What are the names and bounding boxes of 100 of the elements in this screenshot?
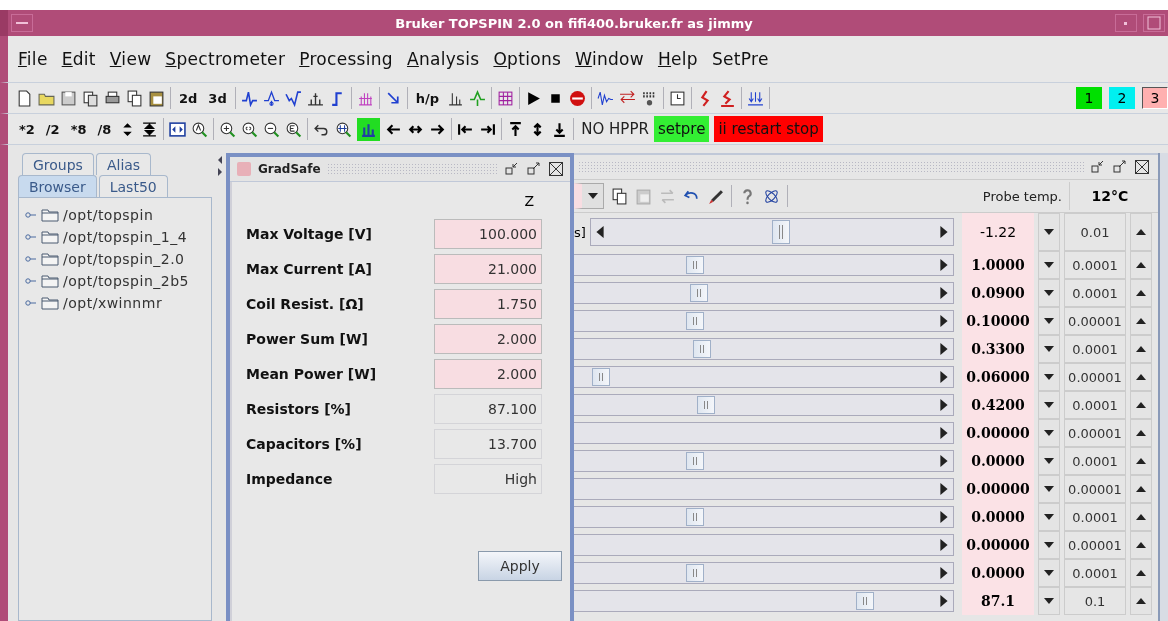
restore-icon[interactable] bbox=[1090, 159, 1106, 175]
value-field[interactable]: 0.0000 bbox=[962, 447, 1034, 475]
input-field[interactable]: 1.750 bbox=[434, 288, 542, 319]
grid-icon[interactable] bbox=[497, 89, 515, 107]
slider-thumb[interactable] bbox=[696, 396, 715, 414]
value-field[interactable]: 1.0000 bbox=[962, 251, 1034, 279]
command-button[interactable]: ii restart stop bbox=[714, 116, 823, 142]
menu-item[interactable]: Edit bbox=[61, 49, 96, 69]
step-field[interactable]: 0.0001 bbox=[1064, 503, 1126, 531]
slider-track[interactable] bbox=[574, 366, 954, 388]
value-field[interactable]: 0.4200 bbox=[962, 391, 1034, 419]
input-field[interactable]: 21.000 bbox=[434, 253, 542, 284]
folder-path[interactable]: /opt/topspin_2b5 bbox=[63, 273, 189, 289]
close-icon[interactable] bbox=[1134, 159, 1150, 175]
documents-icon[interactable] bbox=[82, 89, 99, 107]
tree-toggle-icon[interactable] bbox=[25, 298, 37, 308]
step-field[interactable]: 0.0001 bbox=[1064, 391, 1126, 419]
peak-icon[interactable] bbox=[240, 89, 258, 107]
decrease-button[interactable] bbox=[1038, 559, 1060, 587]
copy-icon[interactable] bbox=[611, 187, 628, 205]
menu-item[interactable]: Window bbox=[575, 49, 644, 69]
decrease-button[interactable] bbox=[1038, 335, 1060, 363]
increase-button[interactable] bbox=[1130, 475, 1152, 503]
save-icon[interactable] bbox=[60, 89, 77, 107]
tree-toggle-icon[interactable] bbox=[25, 276, 37, 286]
increase-button[interactable] bbox=[1130, 251, 1152, 279]
restore-icon[interactable] bbox=[504, 161, 520, 177]
value-field[interactable]: 0.06000 bbox=[962, 363, 1034, 391]
input-field[interactable]: 2.000 bbox=[434, 323, 542, 354]
increase-button[interactable] bbox=[1130, 391, 1152, 419]
scale-button[interactable]: *2 bbox=[16, 121, 38, 137]
maximize-icon[interactable] bbox=[526, 161, 542, 177]
expand-icon[interactable] bbox=[141, 120, 159, 138]
menu-item[interactable]: Spectrometer bbox=[165, 49, 286, 69]
decrease-button[interactable] bbox=[1038, 307, 1060, 335]
step-field[interactable]: 0.0001 bbox=[1064, 447, 1126, 475]
menu-item[interactable]: Analysis bbox=[406, 49, 480, 69]
decrease-button[interactable] bbox=[1038, 531, 1060, 559]
value-field[interactable]: 0.0000 bbox=[962, 503, 1034, 531]
slider-track[interactable] bbox=[574, 562, 954, 584]
maximize-icon[interactable] bbox=[1112, 159, 1128, 175]
decrease-button[interactable] bbox=[1038, 475, 1060, 503]
peak-icon[interactable] bbox=[284, 89, 302, 107]
slider-track[interactable] bbox=[574, 338, 954, 360]
menu-item[interactable]: View bbox=[109, 49, 152, 69]
tree-toggle-icon[interactable] bbox=[25, 232, 37, 242]
decrease-button[interactable] bbox=[1038, 279, 1060, 307]
value-field[interactable]: 0.3300 bbox=[962, 335, 1034, 363]
decrease-button[interactable] bbox=[1038, 419, 1060, 447]
slider-track[interactable] bbox=[574, 282, 954, 304]
decrease-button[interactable] bbox=[1038, 503, 1060, 531]
folder-path[interactable]: /opt/topspin_1_4 bbox=[63, 229, 188, 245]
clipboard-icon[interactable] bbox=[148, 89, 165, 107]
step-field[interactable]: 0.00001 bbox=[1064, 419, 1126, 447]
increase-button[interactable] bbox=[1130, 363, 1152, 391]
slider-track[interactable] bbox=[574, 450, 954, 472]
slider-thumb[interactable] bbox=[689, 284, 708, 302]
slider-track[interactable] bbox=[574, 590, 954, 612]
slider-thumb[interactable] bbox=[685, 564, 704, 582]
dropdown-button[interactable] bbox=[574, 183, 604, 209]
step-field[interactable]: 0.00001 bbox=[1064, 475, 1126, 503]
step-field[interactable]: 0.00001 bbox=[1064, 363, 1126, 391]
increase-button[interactable] bbox=[1130, 587, 1152, 615]
value-field[interactable]: 0.00000 bbox=[962, 419, 1034, 447]
slider-thumb[interactable] bbox=[693, 340, 712, 358]
new-document-icon[interactable] bbox=[16, 89, 33, 107]
menu-item[interactable]: SetPre bbox=[711, 49, 769, 69]
menu-item[interactable]: Help bbox=[657, 49, 698, 69]
menu-item[interactable]: File bbox=[18, 49, 48, 69]
zoom-icon[interactable] bbox=[335, 120, 353, 138]
tab[interactable]: Alias bbox=[95, 153, 152, 175]
slider-thumb[interactable] bbox=[771, 220, 790, 244]
increase-button[interactable] bbox=[1130, 531, 1152, 559]
atom-icon[interactable] bbox=[763, 187, 780, 205]
step-field[interactable]: 0.0001 bbox=[1064, 335, 1126, 363]
decrease-button[interactable] bbox=[1038, 251, 1060, 279]
decrease-button[interactable] bbox=[1038, 587, 1060, 615]
increase-button[interactable] bbox=[1130, 335, 1152, 363]
step-field[interactable]: 0.0001 bbox=[1064, 251, 1126, 279]
lightning-icon[interactable] bbox=[719, 89, 737, 107]
increase-button[interactable] bbox=[1130, 559, 1152, 587]
increase-button[interactable] bbox=[1130, 213, 1152, 251]
slider-thumb[interactable] bbox=[685, 256, 704, 274]
decrease-button[interactable] bbox=[1038, 391, 1060, 419]
stop-sign-icon[interactable] bbox=[569, 89, 587, 107]
increase-button[interactable] bbox=[1130, 279, 1152, 307]
zoom-out-icon[interactable] bbox=[263, 120, 281, 138]
slider-track[interactable] bbox=[574, 506, 954, 528]
folder-path[interactable]: /opt/xwinnmr bbox=[63, 295, 163, 311]
bars-icon[interactable] bbox=[747, 89, 765, 107]
tree-toggle-icon[interactable] bbox=[25, 254, 37, 264]
minimize-icon[interactable] bbox=[1115, 14, 1137, 32]
slider-track[interactable] bbox=[574, 534, 954, 556]
value-field[interactable]: -1.22 bbox=[962, 213, 1034, 251]
slider-track[interactable] bbox=[574, 422, 954, 444]
decrease-button[interactable] bbox=[1038, 213, 1060, 251]
tab[interactable]: Last50 bbox=[98, 175, 168, 197]
menu-item[interactable]: Options bbox=[493, 49, 562, 69]
fit-icon[interactable] bbox=[169, 120, 187, 138]
value-field[interactable]: 0.00000 bbox=[962, 531, 1034, 559]
